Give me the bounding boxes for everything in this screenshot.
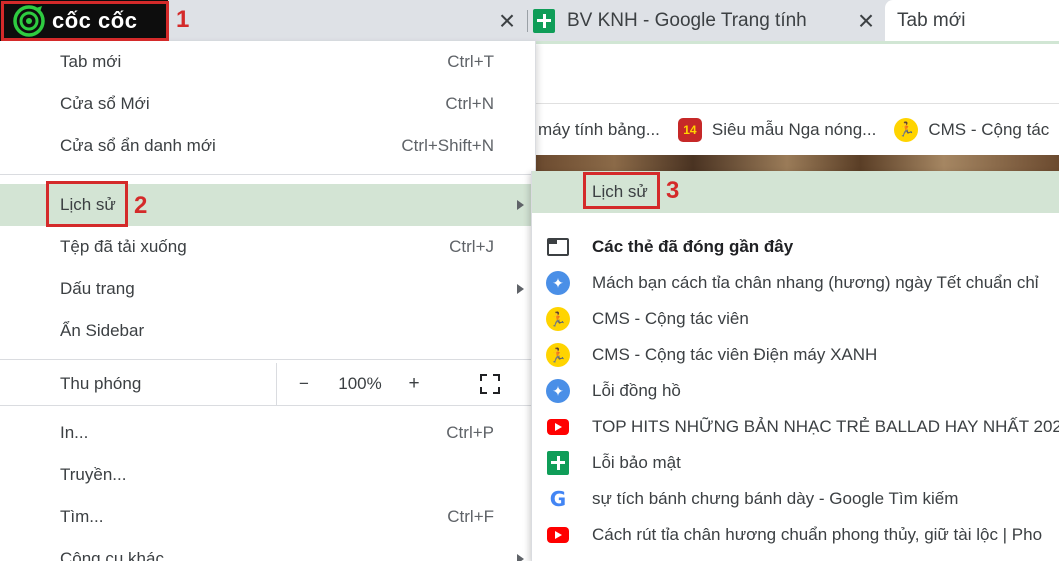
browser-toolbar bbox=[536, 41, 1059, 103]
youtube-icon bbox=[546, 523, 570, 547]
menu-item-shortcut: Ctrl+P bbox=[446, 423, 494, 442]
running-man-icon: 🏃 bbox=[546, 307, 570, 331]
history-entry-label: Cách rút tỉa chân hương chuẩn phong thủy… bbox=[592, 525, 1043, 544]
menu-item-shortcut: Ctrl+J bbox=[449, 237, 494, 256]
menu-separator bbox=[0, 359, 536, 360]
menu-item-more-tools[interactable]: Công cụ khác bbox=[0, 538, 536, 561]
bookmarks-bar: máy tính bảng... 14 Siêu mẫu Nga nóng...… bbox=[536, 103, 1059, 155]
badge-14-icon: 14 bbox=[677, 117, 702, 142]
menu-item-label: Ẩn Sidebar bbox=[60, 321, 145, 340]
annotation-box-1 bbox=[1, 1, 169, 41]
menu-item-label: Dấu trang bbox=[60, 279, 135, 298]
history-entry[interactable]: 🏃 CMS - Cộng tác viên bbox=[532, 301, 1059, 337]
submenu-arrow-icon bbox=[517, 200, 524, 210]
history-entry-label: TOP HITS NHỮNG BẢN NHẠC TRẺ BALLAD HAY N… bbox=[592, 417, 1059, 436]
zoom-divider bbox=[276, 363, 277, 405]
google-icon: G bbox=[549, 487, 567, 511]
menu-item-new-tab[interactable]: Tab mới Ctrl+T bbox=[0, 41, 536, 83]
tab-title: Tab mới bbox=[897, 9, 966, 31]
menu-zoom-row: Thu phóng − 100% + bbox=[0, 363, 536, 405]
annotation-number-1: 1 bbox=[176, 6, 190, 33]
close-tab-icon[interactable]: × bbox=[851, 5, 881, 36]
bookmark-item[interactable]: máy tính bảng... bbox=[538, 120, 660, 140]
zoom-label: Thu phóng bbox=[60, 374, 142, 393]
menu-item-incognito-window[interactable]: Cửa sổ ẩn danh mới Ctrl+Shift+N bbox=[0, 125, 536, 167]
menu-item-label: Truyền... bbox=[60, 465, 127, 484]
menu-separator bbox=[0, 174, 536, 175]
menu-separator bbox=[0, 405, 536, 406]
history-entry[interactable]: Lỗi bảo mật bbox=[532, 445, 1059, 481]
menu-item-label: Tệp đã tải xuống bbox=[60, 237, 187, 256]
menu-item-print[interactable]: In... Ctrl+P bbox=[0, 412, 536, 454]
bookmark-label: CMS - Cộng tác bbox=[928, 119, 1050, 139]
menu-item-label: Công cụ khác bbox=[60, 549, 164, 561]
youtube-icon bbox=[546, 415, 570, 439]
bookmark-label: máy tính bảng... bbox=[538, 119, 660, 139]
history-entry-label: Lỗi đồng hồ bbox=[592, 381, 681, 400]
annotation-box-2 bbox=[46, 181, 128, 227]
history-entry[interactable]: 🏃 CMS - Cộng tác viên Điện máy XANH bbox=[532, 337, 1059, 373]
tab-new-tab[interactable]: Tab mới bbox=[885, 0, 1059, 41]
google-sheets-icon bbox=[533, 8, 555, 33]
menu-item-label: Tìm... bbox=[60, 507, 104, 526]
zoom-out-button[interactable]: − bbox=[292, 363, 316, 405]
history-entry[interactable]: ✦ Lỗi đồng hồ bbox=[532, 373, 1059, 409]
fullscreen-icon[interactable] bbox=[480, 374, 500, 394]
history-entry[interactable]: Cách rút tỉa chân hương chuẩn phong thủy… bbox=[532, 517, 1059, 553]
bookmark-label: Siêu mẫu Nga nóng... bbox=[711, 119, 877, 139]
menu-item-bookmarks[interactable]: Dấu trang bbox=[0, 268, 536, 310]
page-banner-image bbox=[536, 155, 1059, 171]
history-entry-label: Lỗi bảo mật bbox=[592, 453, 681, 472]
tab-google-sheets[interactable]: BV KNH - Google Trang tính bbox=[533, 0, 807, 41]
menu-item-shortcut: Ctrl+F bbox=[447, 507, 494, 526]
history-entry[interactable]: G sự tích bánh chưng bánh dày - Google T… bbox=[532, 481, 1059, 517]
google-sheets-icon bbox=[546, 451, 570, 475]
menu-item-shortcut: Ctrl+T bbox=[447, 52, 494, 71]
menu-item-new-window[interactable]: Cửa sổ Mới Ctrl+N bbox=[0, 83, 536, 125]
menu-item-shortcut: Ctrl+N bbox=[445, 94, 494, 113]
annotation-box-3 bbox=[583, 172, 660, 209]
history-entry[interactable]: ✦ Mách bạn cách tỉa chân nhang (hương) n… bbox=[532, 265, 1059, 301]
history-entry[interactable]: TOP HITS NHỮNG BẢN NHẠC TRẺ BALLAD HAY N… bbox=[532, 409, 1059, 445]
bookmark-item[interactable]: 🏃 CMS - Cộng tác bbox=[894, 117, 1050, 142]
main-menu: Tab mới Ctrl+T Cửa sổ Mới Ctrl+N Cửa sổ … bbox=[0, 41, 536, 561]
history-entry-label: CMS - Cộng tác viên bbox=[592, 309, 749, 328]
tab-title: BV KNH - Google Trang tính bbox=[567, 9, 807, 31]
menu-item-label: Cửa sổ ẩn danh mới bbox=[60, 136, 216, 155]
zoom-level: 100% bbox=[338, 374, 382, 393]
running-man-icon: 🏃 bbox=[894, 117, 919, 142]
tab-separator bbox=[527, 10, 528, 32]
history-entry-label: CMS - Cộng tác viên Điện máy XANH bbox=[592, 345, 878, 364]
menu-item-label: Cửa sổ Mới bbox=[60, 94, 150, 113]
submenu-arrow-icon bbox=[517, 554, 524, 561]
menu-item-hide-sidebar[interactable]: Ẩn Sidebar bbox=[0, 310, 536, 352]
menu-item-label: In... bbox=[60, 423, 89, 442]
history-entry-label: sự tích bánh chưng bánh dày - Google Tìm… bbox=[592, 489, 959, 508]
running-man-icon: 🏃 bbox=[546, 343, 570, 367]
submenu-item-label: Các thẻ đã đóng gần đây bbox=[592, 237, 794, 256]
zoom-in-button[interactable]: + bbox=[402, 363, 426, 405]
submenu-arrow-icon bbox=[517, 284, 524, 294]
bookmark-item[interactable]: 14 Siêu mẫu Nga nóng... bbox=[677, 117, 877, 142]
close-tab-icon[interactable]: × bbox=[492, 5, 522, 36]
history-entry-label: Mách bạn cách tỉa chân nhang (hương) ngà… bbox=[592, 273, 1039, 292]
annotation-number-2: 2 bbox=[134, 192, 148, 219]
menu-item-cast[interactable]: Truyền... bbox=[0, 454, 536, 496]
history-submenu: Lịch sử Các thẻ đã đóng gần đây ✦ Mách b… bbox=[531, 171, 1059, 561]
blue-globe-icon: ✦ bbox=[546, 379, 570, 403]
menu-item-shortcut: Ctrl+Shift+N bbox=[401, 136, 494, 155]
annotation-number-3: 3 bbox=[666, 177, 680, 204]
menu-item-downloads[interactable]: Tệp đã tải xuống Ctrl+J bbox=[0, 226, 536, 268]
recently-closed-header[interactable]: Các thẻ đã đóng gần đây bbox=[532, 229, 1059, 265]
menu-item-find[interactable]: Tìm... Ctrl+F bbox=[0, 496, 536, 538]
menu-item-label: Tab mới bbox=[60, 52, 122, 71]
tab-icon bbox=[546, 235, 570, 259]
blue-globe-icon: ✦ bbox=[546, 271, 570, 295]
